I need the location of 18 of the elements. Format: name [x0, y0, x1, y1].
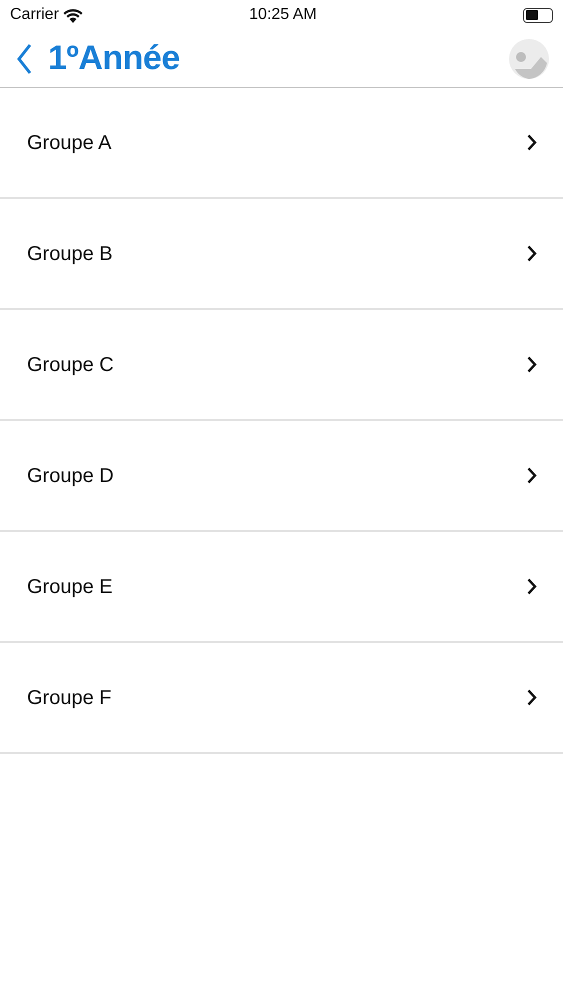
group-row[interactable]: Groupe C [0, 310, 563, 421]
chevron-icon [527, 689, 537, 706]
chevron-icon [527, 134, 537, 151]
battery-icon [523, 8, 553, 22]
chevron-icon [527, 245, 537, 262]
chevron-icon [527, 356, 537, 373]
group-row[interactable]: Groupe A [0, 88, 563, 199]
clock-time: 10:25 AM [249, 5, 317, 25]
wifi-icon [62, 8, 83, 22]
chevron-icon [527, 578, 537, 595]
back-icon[interactable] [16, 42, 32, 74]
group-row[interactable]: Groupe D [0, 421, 563, 532]
page-title: 1ºAnnée [48, 38, 180, 79]
group-row[interactable]: Groupe B [0, 199, 563, 310]
group-row[interactable]: Groupe E [0, 532, 563, 643]
group-row[interactable]: Groupe F [0, 643, 563, 754]
chevron-icon [527, 467, 537, 484]
carrier-label: Carrier [10, 5, 59, 25]
